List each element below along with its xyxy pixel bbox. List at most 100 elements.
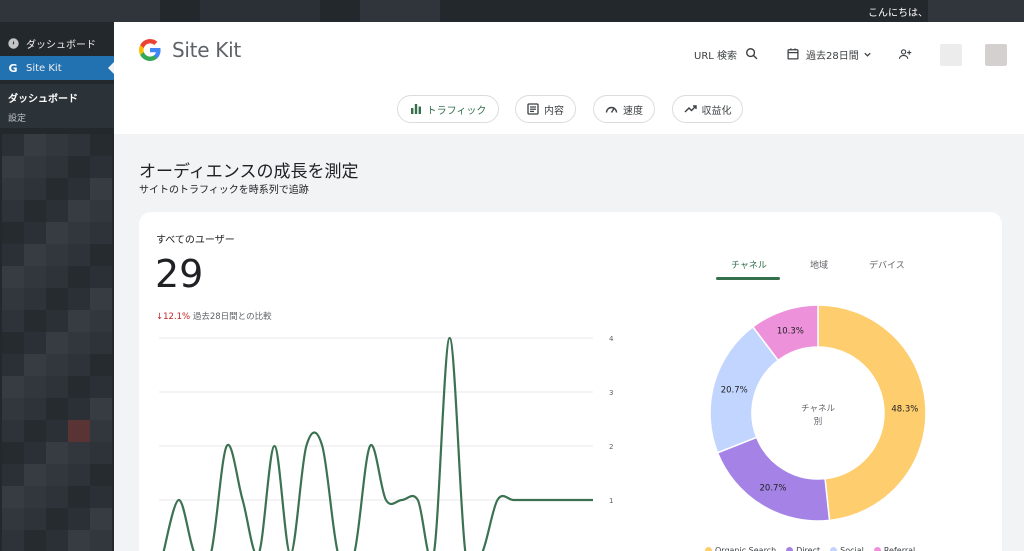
donut-center-label: チャネル bbox=[801, 404, 835, 414]
blurred-pixel bbox=[90, 310, 112, 332]
blurred-pixel bbox=[46, 354, 68, 376]
submenu-item-settings[interactable]: 設定 bbox=[8, 111, 26, 124]
blurred-pixel bbox=[24, 310, 46, 332]
change-label: 過去28日間との比較 bbox=[192, 312, 272, 322]
blurred-pixel bbox=[90, 134, 112, 156]
blurred-pixel bbox=[46, 486, 68, 508]
blurred-pixel bbox=[90, 288, 112, 310]
tab-device[interactable]: デバイス bbox=[869, 258, 905, 271]
legend-label: Referral bbox=[883, 546, 916, 551]
submenu-item-dashboard[interactable]: ダッシュボード bbox=[8, 90, 78, 105]
help-menu-placeholder[interactable] bbox=[940, 44, 962, 66]
legend-item[interactable]: Referral bbox=[873, 546, 916, 551]
tab-content-label: 内容 bbox=[544, 105, 564, 117]
url-search-label: URL 検索 bbox=[694, 50, 738, 62]
blurred-pixel bbox=[90, 486, 112, 508]
date-range-selector[interactable]: 過去28日間 bbox=[786, 44, 872, 64]
blurred-pixel bbox=[46, 178, 68, 200]
blurred-pixel bbox=[68, 420, 90, 442]
speedometer-icon bbox=[605, 106, 618, 113]
url-search-button[interactable]: URL 検索 bbox=[694, 44, 759, 64]
blurred-pixel bbox=[68, 200, 90, 222]
blurred-pixel bbox=[46, 156, 68, 178]
blurred-pixel bbox=[2, 354, 24, 376]
slice-direct bbox=[716, 436, 831, 522]
blurred-pixel bbox=[24, 134, 46, 156]
slice-label: 20.7% bbox=[721, 386, 748, 396]
site-kit-title: Site Kit bbox=[172, 38, 241, 62]
trending-up-icon bbox=[684, 105, 697, 113]
admin-bar-blurred-area bbox=[200, 0, 320, 22]
blurred-pixel bbox=[2, 332, 24, 354]
blurred-pixel bbox=[2, 156, 24, 178]
add-user-button[interactable] bbox=[898, 44, 912, 64]
blurred-pixel bbox=[90, 200, 112, 222]
article-icon bbox=[527, 103, 539, 115]
tab-monetization[interactable]: 収益化 bbox=[672, 95, 743, 123]
blurred-pixel bbox=[2, 134, 24, 156]
blurred-pixel bbox=[90, 442, 112, 464]
legend-item[interactable]: Social bbox=[830, 546, 864, 551]
y-tick-label: 2 bbox=[609, 443, 613, 451]
blurred-pixel bbox=[2, 508, 24, 530]
y-tick-label: 3 bbox=[609, 389, 613, 397]
blurred-pixel bbox=[24, 332, 46, 354]
legend-swatch bbox=[830, 547, 838, 551]
tab-content[interactable]: 内容 bbox=[515, 95, 576, 123]
blurred-pixel bbox=[46, 464, 68, 486]
blurred-pixel bbox=[46, 244, 68, 266]
blurred-pixel bbox=[46, 134, 68, 156]
tab-region[interactable]: 地域 bbox=[810, 258, 828, 271]
blurred-pixel bbox=[24, 508, 46, 530]
sidebar-item-dashboard[interactable]: ダッシュボード bbox=[0, 31, 114, 55]
blurred-pixel bbox=[24, 530, 46, 551]
chevron-down-icon bbox=[864, 52, 871, 57]
admin-account-blurred[interactable] bbox=[928, 0, 1024, 22]
blurred-pixel bbox=[46, 266, 68, 288]
blurred-pixel bbox=[46, 442, 68, 464]
all-users-label: すべてのユーザー bbox=[156, 235, 235, 246]
blurred-pixel bbox=[46, 420, 68, 442]
google-logo-icon bbox=[139, 39, 161, 61]
blurred-pixel bbox=[68, 332, 90, 354]
blurred-pixel bbox=[2, 530, 24, 551]
blurred-pixel bbox=[68, 398, 90, 420]
blurred-pixel bbox=[2, 222, 24, 244]
section-title: オーディエンスの成長を測定 bbox=[139, 162, 359, 182]
blurred-pixel bbox=[68, 310, 90, 332]
blurred-pixel bbox=[68, 244, 90, 266]
blurred-pixel bbox=[2, 178, 24, 200]
blurred-pixel bbox=[2, 398, 24, 420]
blurred-pixel bbox=[24, 200, 46, 222]
tab-traffic-label: トラフィック bbox=[426, 105, 487, 117]
blurred-pixel bbox=[24, 376, 46, 398]
blurred-pixel bbox=[24, 420, 46, 442]
blurred-pixel bbox=[90, 332, 112, 354]
section-subtitle: サイトのトラフィックを時系列で追跡 bbox=[139, 185, 309, 196]
blurred-pixel bbox=[90, 178, 112, 200]
legend-swatch bbox=[786, 547, 794, 551]
legend-item[interactable]: Organic Search bbox=[705, 546, 776, 551]
admin-bar: こんにちは、 bbox=[0, 0, 1024, 22]
tab-speed[interactable]: 速度 bbox=[593, 95, 655, 123]
user-avatar[interactable] bbox=[985, 44, 1007, 66]
blurred-pixel bbox=[90, 508, 112, 530]
sidebar-item-label: Site Kit bbox=[26, 62, 62, 74]
blurred-pixel bbox=[2, 310, 24, 332]
admin-greeting[interactable]: こんにちは、 bbox=[868, 4, 928, 19]
blurred-pixel bbox=[90, 222, 112, 244]
blurred-pixel bbox=[90, 156, 112, 178]
sidebar-item-label: ダッシュボード bbox=[26, 39, 96, 51]
blurred-pixel bbox=[24, 156, 46, 178]
audience-card: すべてのユーザー 29 ↓12.1% 過去28日間との比較 01234 チャネル… bbox=[139, 212, 1002, 551]
sidebar-submenu: ダッシュボード 設定 bbox=[0, 84, 114, 128]
blurred-pixel bbox=[68, 156, 90, 178]
blurred-pixel bbox=[68, 486, 90, 508]
tab-traffic[interactable]: トラフィック bbox=[397, 95, 499, 123]
site-kit-logo: Site Kit bbox=[138, 38, 241, 62]
legend-item[interactable]: Direct bbox=[786, 546, 820, 551]
chart-legend: Organic Search Direct Social Referral bbox=[705, 546, 915, 551]
blurred-pixel bbox=[24, 442, 46, 464]
tab-channel[interactable]: チャネル bbox=[731, 258, 767, 271]
sidebar-item-site-kit[interactable]: G Site Kit bbox=[0, 56, 114, 80]
